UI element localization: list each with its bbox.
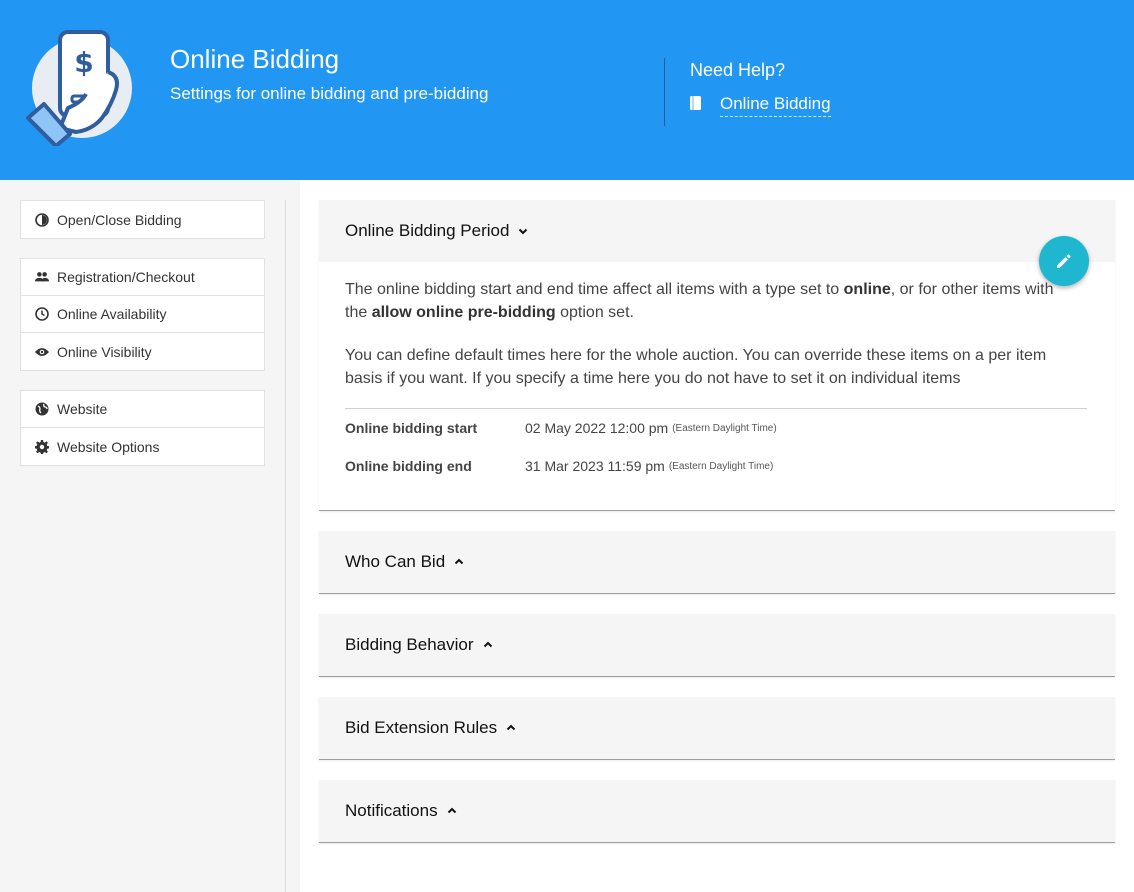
sidebar-item-label: Registration/Checkout — [57, 269, 195, 285]
online-bidding-end-label: Online bidding end — [345, 458, 472, 474]
panel-title: Bid Extension Rules — [345, 718, 498, 737]
online-bidding-end-row: Online bidding end 31 Mar 2023 11:59 pm … — [345, 447, 1089, 485]
page-subtitle: Settings for online bidding and pre-bidd… — [170, 84, 489, 103]
panel-header-bidding-behavior[interactable]: Bidding Behavior — [319, 614, 1115, 676]
sidebar-item-online-visibility[interactable]: Online Visibility — [21, 333, 264, 370]
svg-text:$: $ — [74, 46, 93, 79]
online-bidding-start-timezone: (Eastern Daylight Time) — [672, 422, 777, 434]
page-header: $ Online Bidding Settings for online bid… — [0, 0, 1134, 180]
chevron-up-icon — [483, 641, 492, 648]
eye-icon — [35, 347, 49, 356]
sidebar-item-label: Online Visibility — [57, 343, 152, 360]
header-divider — [664, 58, 665, 126]
panel-header-online-bidding-period[interactable]: Online Bidding Period — [319, 200, 1115, 262]
online-bidding-start-row: Online bidding start 02 May 2022 12:00 p… — [345, 409, 1089, 447]
sidebar-item-online-availability[interactable]: Online Availability — [21, 296, 264, 333]
sidebar-item-label: Website Options — [57, 438, 160, 455]
half-circle-icon — [35, 212, 49, 227]
chevron-up-icon — [447, 807, 456, 814]
nav-group-website: Website Website Options — [20, 390, 265, 466]
sidebar-item-label: Open/Close Bidding — [57, 211, 182, 228]
page-title: Online Bidding — [170, 44, 340, 74]
panel-bidding-behavior: Bidding Behavior — [319, 614, 1115, 677]
panel-header-who-can-bid[interactable]: Who Can Bid — [319, 531, 1115, 593]
sidebar-divider — [285, 200, 286, 892]
pencil-icon — [1057, 254, 1071, 268]
gear-icon — [35, 439, 49, 454]
sidebar-item-label: Online Availability — [57, 306, 167, 322]
panel-bid-extension-rules: Bid Extension Rules — [319, 697, 1115, 760]
sidebar-item-open-close-bidding[interactable]: Open/Close Bidding — [21, 201, 264, 238]
clock-icon — [35, 307, 49, 321]
sidebar-item-registration-checkout[interactable]: Registration/Checkout — [21, 259, 264, 296]
people-icon — [35, 272, 49, 282]
online-bidding-end-value: 31 Mar 2023 11:59 pm — [525, 458, 665, 474]
panel-body-online-bidding-period: The online bidding start and end time af… — [319, 262, 1115, 510]
mobile-payment-logo-icon: $ — [26, 30, 132, 146]
period-override-note: You can define default times here for th… — [345, 347, 1047, 387]
online-bidding-start-value: 02 May 2022 12:00 pm — [525, 420, 669, 436]
panel-who-can-bid: Who Can Bid — [319, 531, 1115, 594]
sidebar: Open/Close Bidding Registration/Checkout… — [0, 180, 300, 892]
help-title: Need Help? — [690, 60, 786, 80]
panel-title: Online Bidding Period — [345, 221, 510, 240]
panel-online-bidding-period: Online Bidding Period The online bidding… — [319, 200, 1115, 511]
panel-title: Notifications — [345, 801, 438, 820]
chevron-up-icon — [454, 558, 464, 565]
online-bidding-end-timezone: (Eastern Daylight Time) — [668, 460, 774, 472]
period-description: The online bidding start and end time af… — [345, 281, 1054, 321]
chevron-down-icon — [519, 228, 528, 235]
globe-icon — [35, 402, 49, 416]
panel-title: Who Can Bid — [345, 552, 446, 571]
online-bidding-start-label: Online bidding start — [345, 420, 478, 436]
sidebar-item-website-options[interactable]: Website Options — [21, 428, 264, 465]
chevron-up-icon — [506, 724, 516, 731]
panel-header-notifications[interactable]: Notifications — [319, 780, 1115, 842]
sidebar-item-label: Website — [57, 401, 108, 417]
nav-group-access: Registration/Checkout Online Availabilit… — [20, 258, 265, 371]
sidebar-item-website[interactable]: Website — [21, 391, 264, 428]
panel-notifications: Notifications — [319, 780, 1115, 843]
edit-button[interactable] — [1039, 236, 1089, 286]
nav-group-bidding: Open/Close Bidding — [20, 200, 265, 239]
panel-title: Bidding Behavior — [345, 635, 474, 654]
help-link-online-bidding[interactable]: Online Bidding — [720, 94, 831, 117]
book-icon — [690, 96, 701, 110]
panel-header-bid-extension-rules[interactable]: Bid Extension Rules — [319, 697, 1115, 759]
